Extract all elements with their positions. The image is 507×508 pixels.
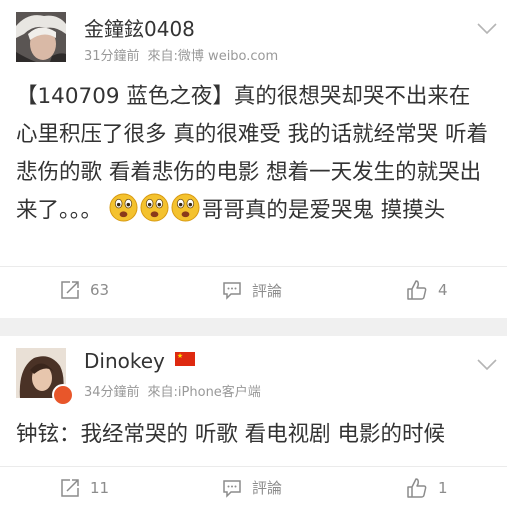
- action-bar: 63 評論 4: [0, 266, 507, 313]
- cry-emoji-icon: [109, 193, 138, 222]
- post-content: 【140709 蓝色之夜】真的很想哭却哭不出来在心里积压了很多 真的很难受 我的…: [16, 78, 491, 230]
- chevron-down-icon[interactable]: [476, 22, 498, 36]
- like-button[interactable]: 1: [406, 467, 448, 508]
- post-time: 31分鐘前: [84, 49, 140, 64]
- post-meta: 34分鐘前 來自:iPhone客户端: [84, 381, 261, 400]
- repost-count: 11: [90, 478, 110, 497]
- thumbs-up-icon: [407, 477, 427, 498]
- avatar-image: [16, 12, 66, 62]
- repost-count: 63: [90, 281, 110, 299]
- post-meta: 31分鐘前 來自:微博 weibo.com: [84, 45, 278, 64]
- username[interactable]: 金鐘鉉0408: [84, 13, 195, 42]
- chevron-down-icon[interactable]: [476, 358, 498, 372]
- repost-button[interactable]: 11: [60, 467, 109, 508]
- repost-icon: [61, 281, 79, 299]
- repost-button[interactable]: 63: [60, 267, 109, 313]
- username-row: Dinokey ★: [84, 349, 195, 373]
- post-content: 钟铉：我经常哭的 听歌 看电视剧 电影的时候: [16, 416, 491, 454]
- avatar[interactable]: [16, 12, 66, 62]
- post-source: 來自:微博 weibo.com: [147, 49, 279, 64]
- post-source: 來自:iPhone客户端: [147, 385, 261, 400]
- weibo-post: Dinokey ★ 34分鐘前 來自:iPhone客户端 钟铉：我经常哭的 听歌 看…: [0, 336, 507, 507]
- comment-icon: [223, 282, 241, 300]
- repost-icon: [61, 478, 79, 497]
- action-bar: 11 評論 1: [0, 466, 507, 508]
- china-flag-icon: ★: [174, 352, 195, 366]
- comment-label: 評論: [252, 479, 283, 497]
- cry-emoji-icon: [171, 193, 200, 222]
- verified-badge-icon: [52, 384, 74, 406]
- comment-button[interactable]: 評論: [222, 267, 282, 313]
- post-time: 34分鐘前: [84, 385, 140, 400]
- comment-button[interactable]: 評論: [222, 467, 282, 508]
- thumbs-up-icon: [407, 280, 427, 300]
- weibo-post: 金鐘鉉0408 31分鐘前 來自:微博 weibo.com 【140709 蓝色之…: [0, 0, 507, 318]
- post-text: 钟铉：我经常哭的 听歌 看电视剧 电影的时候: [16, 422, 446, 447]
- comment-label: 評論: [252, 281, 283, 300]
- post-separator: [0, 318, 507, 336]
- like-count: 1: [438, 478, 448, 497]
- like-count: 4: [438, 281, 448, 299]
- comment-icon: [223, 479, 241, 498]
- post-text-tail: 哥哥真的是爱哭鬼 摸摸头: [201, 198, 446, 223]
- username[interactable]: Dinokey: [84, 349, 165, 373]
- like-button[interactable]: 4: [406, 267, 448, 313]
- cry-emoji-icon: [140, 193, 169, 222]
